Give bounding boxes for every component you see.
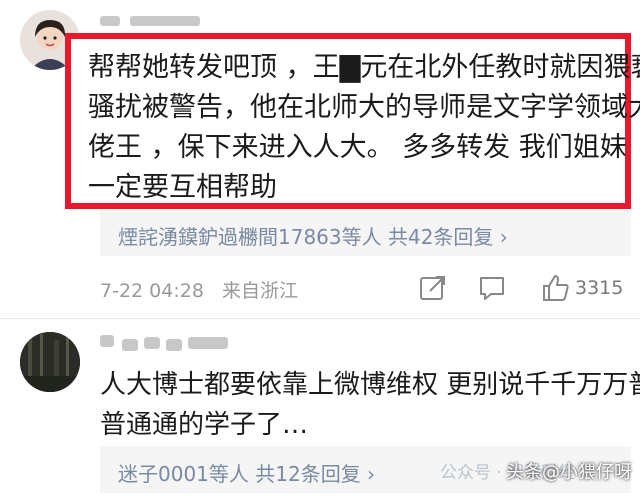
avatar[interactable] — [20, 332, 80, 392]
comment-text: 人大博士都要依靠上微博维权 更别说千千万万普 普通通的学子了… — [100, 365, 640, 445]
comment-line: 人大博士都要依靠上微博维权 更别说千千万万普 — [100, 370, 640, 400]
comment-line: 普通通的学子了… — [100, 410, 309, 440]
comment-line: 佬王 ，保下来进入人大。 多多转发 我们姐妹 — [88, 132, 627, 163]
like-icon[interactable] — [540, 272, 570, 302]
watermark-toutiao: 头条@小猥仔呀 — [506, 462, 632, 483]
username-blurred[interactable] — [100, 12, 280, 30]
comment-meta: 7-22 04:28 来自浙江 — [100, 276, 298, 303]
comment-icon[interactable] — [477, 273, 507, 303]
reply-summary-link[interactable]: 迷子0001等人 共12条回复 › — [118, 458, 375, 487]
avatar-forest-icon — [20, 332, 80, 392]
comment-location: 来自浙江 — [222, 280, 299, 302]
like-count: 3315 — [575, 277, 624, 299]
username-blurred[interactable] — [100, 333, 300, 353]
reply-summary-link[interactable]: 煙詫湧鏌鈩過橳間17863等人 共42条回复 › — [118, 221, 508, 250]
divider — [0, 318, 640, 319]
comment-line: 骚扰被警告，他在北师大的导师是文字学领域大 — [88, 92, 640, 123]
comment-line: 一定要互相帮助 — [88, 172, 277, 203]
share-icon[interactable] — [418, 273, 448, 303]
comment-line: 帮帮她转发吧顶 ，王▇元在北外任教时就因猥亵 — [88, 52, 640, 83]
comment-date: 7-22 04:28 — [100, 280, 204, 302]
comment-text: 帮帮她转发吧顶 ，王▇元在北外任教时就因猥亵 骚扰被警告，他在北师大的导师是文字… — [88, 48, 640, 208]
